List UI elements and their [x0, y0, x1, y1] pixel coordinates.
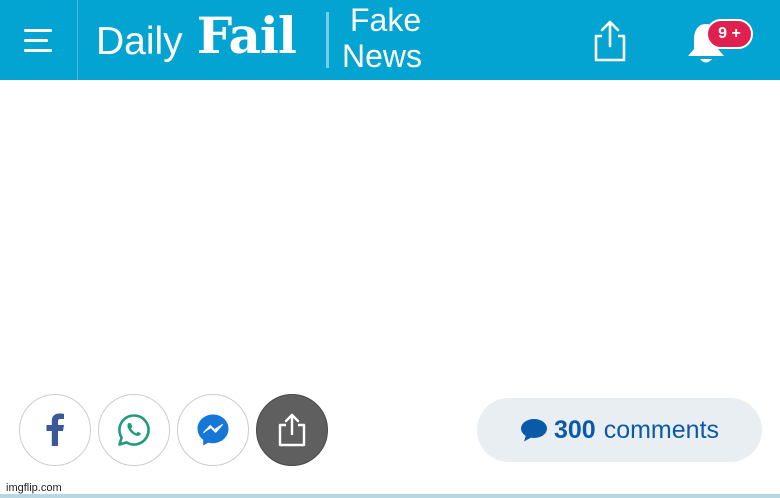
- whatsapp-icon: [118, 414, 150, 446]
- messenger-icon: [197, 414, 229, 446]
- speech-bubble-icon: [520, 419, 547, 442]
- comments-button[interactable]: 300 comments: [477, 398, 762, 462]
- watermark: imgflip.com: [6, 482, 62, 494]
- share-icon: [278, 413, 306, 447]
- brand-logo[interactable]: Daily Fail: [96, 6, 297, 70]
- facebook-icon: [46, 413, 64, 446]
- brand-divider: [326, 12, 329, 68]
- notification-badge[interactable]: 9 +: [706, 19, 753, 49]
- hamburger-icon: [24, 29, 52, 52]
- whatsapp-share-button[interactable]: [98, 394, 170, 466]
- menu-button[interactable]: [0, 0, 78, 80]
- share-more-button[interactable]: [256, 394, 328, 466]
- bottom-edge: [0, 494, 780, 498]
- comments-count: 300: [553, 415, 596, 444]
- brand-fail-text: Fail: [196, 6, 297, 65]
- brand-daily-text: Daily: [96, 19, 183, 63]
- header-share-button[interactable]: [588, 18, 632, 64]
- comments-label: comments: [603, 415, 720, 444]
- facebook-share-button[interactable]: [19, 394, 91, 466]
- section-title-line2: News: [342, 38, 423, 74]
- section-title-line1: Fake: [350, 2, 422, 38]
- messenger-share-button[interactable]: [177, 394, 249, 466]
- section-title[interactable]: Fake News: [342, 2, 452, 74]
- share-icon: [594, 20, 626, 62]
- top-app-bar: Daily Fail Fake News 9 +: [0, 0, 780, 80]
